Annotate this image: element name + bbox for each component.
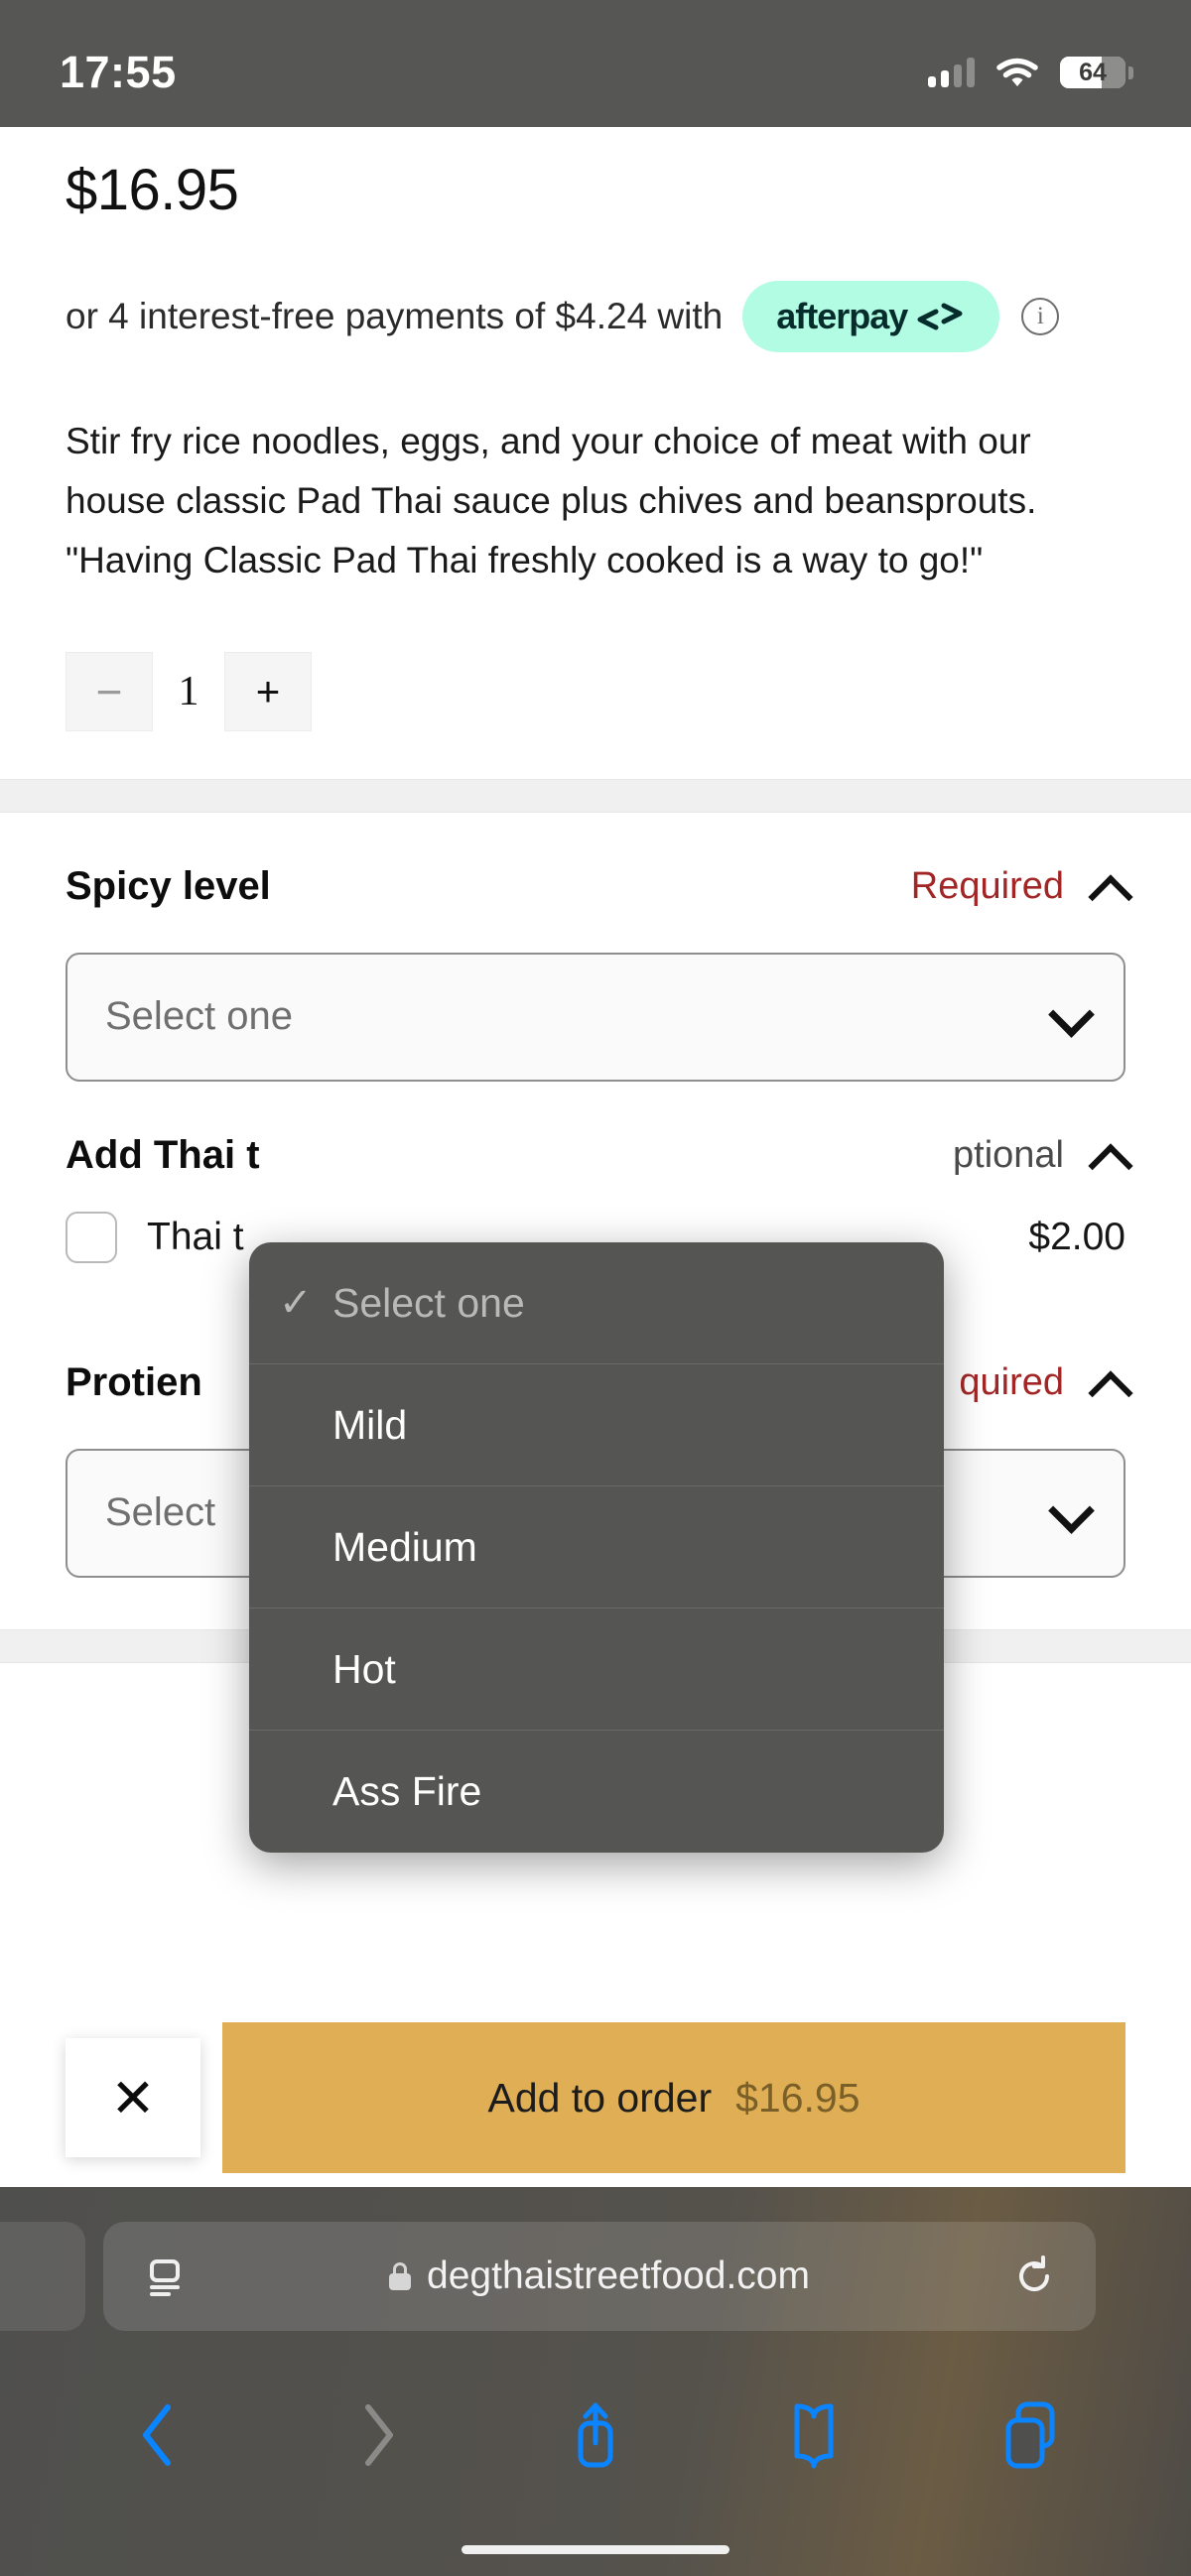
- url-bar[interactable]: degthaistreetfood.com: [103, 2222, 1096, 2331]
- option-title: Spicy level: [66, 863, 271, 908]
- safari-toolbar: [0, 2376, 1191, 2495]
- home-indicator: [462, 2545, 729, 2554]
- afterpay-logo-icon: [914, 297, 966, 336]
- url-display[interactable]: degthaistreetfood.com: [389, 2254, 810, 2298]
- option-title: Add Thai t: [66, 1132, 260, 1177]
- bookmarks-icon[interactable]: [766, 2387, 861, 2483]
- add-to-order-button[interactable]: Add to order $16.95: [222, 2022, 1125, 2173]
- adjacent-tab[interactable]: [0, 2222, 85, 2331]
- wifi-icon: [996, 58, 1038, 86]
- quantity-decrement-button[interactable]: −: [66, 651, 153, 731]
- quantity-value: 1: [178, 668, 199, 714]
- spicy-level-select[interactable]: Select one: [66, 952, 1125, 1082]
- option-requirement-badge: quired: [959, 1360, 1064, 1403]
- addon-checkbox[interactable]: [66, 1211, 117, 1263]
- url-text: degthaistreetfood.com: [427, 2254, 810, 2297]
- close-x-icon[interactable]: ✕: [66, 2038, 200, 2157]
- cellular-signal-icon: [928, 58, 975, 87]
- safari-browser-chrome: degthaistreetfood.com: [0, 2187, 1191, 2576]
- afterpay-row: or 4 interest-free payments of $4.24 wit…: [66, 281, 1125, 352]
- dropdown-option-label: Medium: [332, 1523, 477, 1570]
- lock-icon: [389, 2262, 412, 2290]
- select-placeholder: Select one: [105, 994, 294, 1039]
- dropdown-option-label: Hot: [332, 1645, 396, 1692]
- status-time: 17:55: [60, 47, 177, 97]
- quantity-increment-button[interactable]: +: [224, 651, 312, 731]
- safari-tab-strip: degthaistreetfood.com: [0, 2222, 1191, 2331]
- dropdown-option-label: Select one: [332, 1279, 525, 1326]
- option-group-spicy-level: Spicy level Required Select one: [0, 812, 1191, 1082]
- dropdown-option-ass-fire[interactable]: Ass Fire: [249, 1731, 944, 1853]
- phone-screen: 17:55 64 $16.95 or 4 interest-free payme…: [0, 0, 1191, 2576]
- product-price: $16.95: [66, 158, 239, 222]
- chevron-up-icon[interactable]: [1092, 1138, 1125, 1172]
- afterpay-text: or 4 interest-free payments of $4.24 wit…: [66, 296, 724, 336]
- option-title: Protien: [66, 1359, 202, 1404]
- add-to-order-label: Add to order: [487, 2074, 713, 2121]
- dropdown-option-label: Ass Fire: [332, 1768, 482, 1814]
- reload-icon[interactable]: [1012, 2254, 1056, 2298]
- option-requirement-badge: Required: [910, 864, 1064, 907]
- battery-level: 64: [1079, 58, 1107, 86]
- section-divider: [0, 778, 1191, 813]
- afterpay-badge[interactable]: afterpay: [742, 281, 1000, 352]
- checkmark-icon: ✓: [279, 1281, 313, 1325]
- status-indicators: 64: [928, 57, 1133, 88]
- add-to-order-price: $16.95: [735, 2074, 860, 2121]
- option-header[interactable]: Spicy level Required: [66, 813, 1125, 909]
- afterpay-brand-label: afterpay: [776, 296, 908, 336]
- dropdown-option-hot[interactable]: Hot: [249, 1609, 944, 1731]
- addon-label: Thai t: [147, 1215, 244, 1258]
- chevron-down-icon: [1052, 1496, 1086, 1530]
- chevron-up-icon[interactable]: [1092, 869, 1125, 903]
- battery-icon: 64: [1060, 57, 1133, 88]
- chevron-down-icon: [1052, 1000, 1086, 1034]
- page-settings-icon[interactable]: [143, 2254, 187, 2298]
- bottom-action-bar: ✕ Add to order $16.95: [0, 2008, 1191, 2187]
- quantity-stepper: − 1 +: [66, 651, 1125, 779]
- web-page-content: $16.95 or 4 interest-free payments of $4…: [0, 127, 1191, 2187]
- dropdown-option-select-one[interactable]: ✓ Select one: [249, 1242, 944, 1364]
- product-info-block: $16.95 or 4 interest-free payments of $4…: [0, 127, 1191, 779]
- option-requirement-badge: ptional: [953, 1133, 1064, 1176]
- tabs-icon[interactable]: [985, 2387, 1080, 2483]
- option-header[interactable]: Add Thai t ptional: [66, 1082, 1125, 1178]
- select-placeholder: Select: [105, 1490, 216, 1535]
- dropdown-option-mild[interactable]: Mild: [249, 1364, 944, 1486]
- chevron-up-icon[interactable]: [1092, 1365, 1125, 1399]
- status-bar: 17:55 64: [0, 0, 1191, 127]
- forward-icon: [330, 2387, 425, 2483]
- share-icon[interactable]: [548, 2387, 643, 2483]
- back-icon[interactable]: [111, 2387, 206, 2483]
- dropdown-option-label: Mild: [332, 1401, 408, 1448]
- addon-price: $2.00: [1028, 1215, 1125, 1258]
- spicy-level-dropdown-popup[interactable]: ✓ Select one Mild Medium Hot Ass Fire: [249, 1242, 944, 1853]
- info-circle-icon[interactable]: i: [1021, 298, 1060, 335]
- dropdown-option-medium[interactable]: Medium: [249, 1486, 944, 1609]
- product-description: Stir fry rice noodles, eggs, and your ch…: [66, 421, 1037, 580]
